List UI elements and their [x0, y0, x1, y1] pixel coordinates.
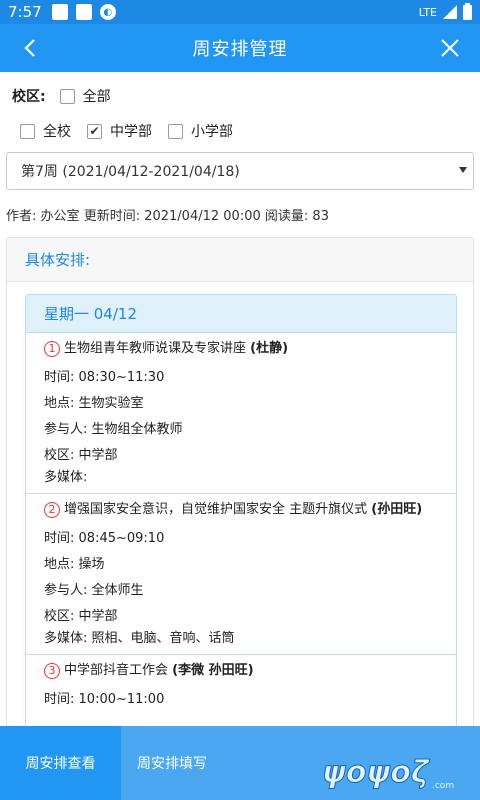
- time-label: 时间:: [44, 370, 75, 385]
- item-title-line: 2 增强国家安全意识，自觉维护国家安全 主题升旗仪式 (孙田旺): [44, 500, 442, 520]
- schedule-item: 2 增强国家安全意识，自觉维护国家安全 主题升旗仪式 (孙田旺) 时间: 08:4…: [26, 494, 456, 655]
- item-title: 增强国家安全意识，自觉维护国家安全 主题升旗仪式: [64, 502, 368, 517]
- time-label: 时间:: [44, 692, 75, 707]
- participants-label: 参与人:: [44, 422, 88, 437]
- day-title: 星期一 04/12: [26, 295, 456, 333]
- item-number-badge: 2: [44, 501, 60, 518]
- author-label: 作者:: [6, 209, 37, 224]
- updated-value: 2021/04/12 00:00: [144, 209, 261, 224]
- status-right: LTE: [418, 2, 472, 20]
- media-label: 多媒体:: [44, 631, 88, 646]
- place-label: 地点:: [44, 557, 75, 572]
- tab-fill-schedule[interactable]: 周安排填写 ψοψοζ .com: [121, 726, 480, 800]
- item-number-badge: 1: [44, 340, 60, 357]
- schedule-item: 3 中学部抖音工作会 (李微 孙田旺) 时间: 10:00~11:00: [26, 655, 456, 719]
- back-arrow-icon: [24, 39, 35, 57]
- checkmark-icon: ✔: [89, 124, 100, 138]
- item-title: 生物组青年教师说课及专家讲座: [64, 341, 247, 356]
- notification-icon: [75, 4, 92, 20]
- watermark-logo: ψοψοζ .com: [322, 755, 455, 792]
- close-button[interactable]: [436, 34, 464, 62]
- item-owner: (杜静): [250, 341, 289, 356]
- campus-value: 中学部: [78, 448, 118, 463]
- campus-value: 中学部: [78, 609, 118, 624]
- notification-icon: [51, 4, 68, 20]
- item-time: 时间: 08:45~09:10: [44, 526, 442, 552]
- checkbox-all[interactable]: 全部: [59, 86, 111, 106]
- item-title-line: 1 生物组青年教师说课及专家讲座 (杜静): [44, 339, 442, 359]
- item-media: 多媒体:: [44, 469, 442, 487]
- item-number-badge: 3: [44, 662, 60, 679]
- checkbox-box[interactable]: [20, 123, 35, 139]
- item-participants: 参与人: 全体师生: [44, 578, 442, 604]
- campus-filter-row: 校区: 全部: [12, 86, 127, 106]
- item-time: 时间: 08:30~11:30: [44, 365, 442, 391]
- network-type: LTE: [418, 5, 437, 19]
- campus-options-row: 全校 ✔ 中学部 小学部: [20, 121, 249, 141]
- arrangement-panel: 具体安排: 星期一 04/12 1 生物组青年教师说课及专家讲座 (杜静) 时间:…: [6, 237, 474, 737]
- checkbox-label: 小学部: [191, 124, 233, 140]
- checkbox-primary-school[interactable]: 小学部: [168, 121, 233, 141]
- tab-view-schedule[interactable]: 周安排查看: [0, 726, 121, 800]
- item-title: 中学部抖音工作会: [64, 663, 169, 678]
- campus-label: 校区:: [44, 609, 75, 624]
- item-owner: (孙田旺): [371, 502, 423, 517]
- time-label: 时间:: [44, 531, 75, 546]
- author-value: 办公室: [40, 209, 80, 224]
- status-time: 7:57: [8, 3, 42, 21]
- item-owner: (李微 孙田旺): [172, 663, 254, 678]
- item-participants: 参与人: 生物组全体教师: [44, 417, 442, 443]
- article-meta: 作者: 办公室 更新时间: 2021/04/12 00:00 阅读量: 83: [6, 205, 329, 224]
- svg-text:.com: .com: [432, 781, 454, 791]
- page-title: 周安排管理: [192, 39, 288, 60]
- item-media: 多媒体: 照相、电脑、音响、话筒: [44, 630, 442, 648]
- place-label: 地点:: [44, 396, 75, 411]
- campus-label: 校区:: [44, 448, 75, 463]
- tab-fill-label: 周安排填写: [137, 756, 207, 772]
- checkbox-label: 中学部: [110, 124, 152, 140]
- checkbox-middle-school[interactable]: ✔ 中学部: [87, 121, 152, 141]
- svg-text:ψοψοζ: ψοψοζ: [322, 755, 430, 790]
- item-time: 时间: 10:00~11:00: [44, 687, 442, 713]
- panel-title: 具体安排:: [7, 238, 473, 282]
- media-value: 照相、电脑、音响、话筒: [91, 631, 235, 646]
- time-value: 08:45~09:10: [78, 531, 165, 546]
- status-bar: 7:57 ◐ LTE: [0, 0, 480, 24]
- checkbox-label: 全部: [82, 89, 111, 105]
- campus-label: 校区:: [12, 89, 46, 105]
- item-place: 地点: 生物实验室: [44, 391, 442, 417]
- day-card: 星期一 04/12 1 生物组青年教师说课及专家讲座 (杜静) 时间: 08:30…: [25, 294, 457, 736]
- reads-value: 83: [312, 209, 329, 224]
- item-campus: 校区: 中学部: [44, 604, 442, 630]
- week-select-value: 第7周 (2021/04/12-2021/04/18): [21, 164, 240, 180]
- place-value: 操场: [78, 557, 105, 572]
- item-place: 地点: 操场: [44, 552, 442, 578]
- signal-icon: [443, 5, 457, 19]
- updated-label: 更新时间:: [83, 209, 141, 224]
- participants-value: 生物组全体教师: [91, 422, 183, 437]
- checkbox-label: 全校: [43, 124, 71, 140]
- participants-value: 全体师生: [91, 583, 144, 598]
- battery-icon: [463, 2, 472, 20]
- back-button[interactable]: [16, 34, 44, 62]
- media-label: 多媒体:: [44, 470, 88, 485]
- app-notification-icon: ◐: [99, 4, 116, 20]
- close-icon: [441, 39, 459, 57]
- bottom-tab-bar: 周安排查看 周安排填写 ψοψοζ .com: [0, 726, 480, 800]
- time-value: 10:00~11:00: [78, 692, 165, 707]
- dropdown-caret-icon: [459, 167, 467, 173]
- place-value: 生物实验室: [78, 396, 144, 411]
- app-bar: 周安排管理: [0, 24, 480, 72]
- schedule-item: 1 生物组青年教师说课及专家讲座 (杜静) 时间: 08:30~11:30 地点:…: [26, 333, 456, 494]
- time-value: 08:30~11:30: [78, 370, 165, 385]
- item-title-line: 3 中学部抖音工作会 (李微 孙田旺): [44, 661, 442, 681]
- checkbox-box[interactable]: [59, 88, 75, 104]
- checkbox-box-checked[interactable]: ✔: [87, 123, 102, 139]
- checkbox-box[interactable]: [168, 123, 183, 139]
- checkbox-whole-school[interactable]: 全校: [20, 121, 71, 141]
- week-select[interactable]: 第7周 (2021/04/12-2021/04/18): [6, 152, 474, 190]
- reads-label: 阅读量:: [264, 209, 309, 224]
- item-campus: 校区: 中学部: [44, 443, 442, 469]
- participants-label: 参与人:: [44, 583, 88, 598]
